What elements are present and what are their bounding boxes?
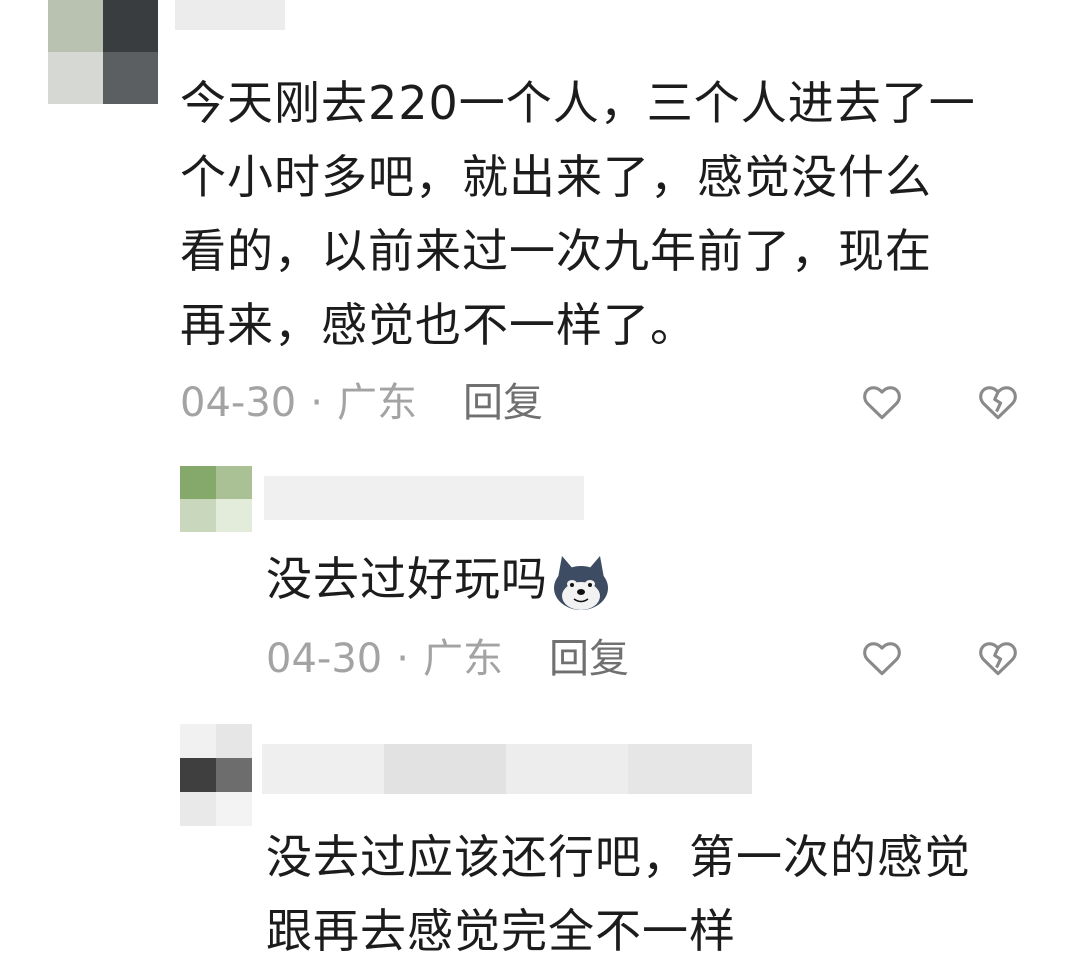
reply-button[interactable]: 回复 (549, 636, 629, 682)
reply-button[interactable]: 回复 (463, 380, 543, 426)
avatar[interactable] (48, 0, 158, 104)
comment-text: 没去过应该还行吧，第一次的感觉 跟再去感觉完全不一样 (266, 830, 971, 958)
meta-separator: · (396, 636, 409, 682)
meta-separator: · (310, 380, 323, 426)
username-blurred[interactable] (262, 744, 752, 794)
comment-date: 04-30 (180, 380, 297, 426)
heart-outline-icon[interactable] (860, 380, 904, 424)
avatar[interactable] (180, 724, 252, 826)
comment-location: 广东 (422, 636, 503, 682)
heart-outline-icon[interactable] (860, 636, 904, 680)
comment-text-content: 没去过好玩吗 (266, 552, 548, 606)
comment-location: 广东 (336, 380, 417, 426)
comment-text: 今天刚去220一个人，三个人进去了一 个小时多吧，就出来了，感觉没什么 看的，以… (180, 76, 976, 352)
comment-date: 04-30 (266, 636, 383, 682)
username-blurred[interactable] (264, 476, 584, 520)
husky-dog-emoji (550, 554, 612, 612)
username-blurred[interactable] (175, 0, 285, 30)
avatar[interactable] (180, 466, 252, 532)
comment-meta: 04-30 · 广东 回复 (180, 378, 543, 428)
comment-text: 没去过好玩吗 (266, 542, 1046, 616)
broken-heart-icon[interactable] (976, 636, 1020, 680)
comment-meta: 04-30 · 广东 回复 (266, 634, 629, 684)
broken-heart-icon[interactable] (976, 380, 1020, 424)
